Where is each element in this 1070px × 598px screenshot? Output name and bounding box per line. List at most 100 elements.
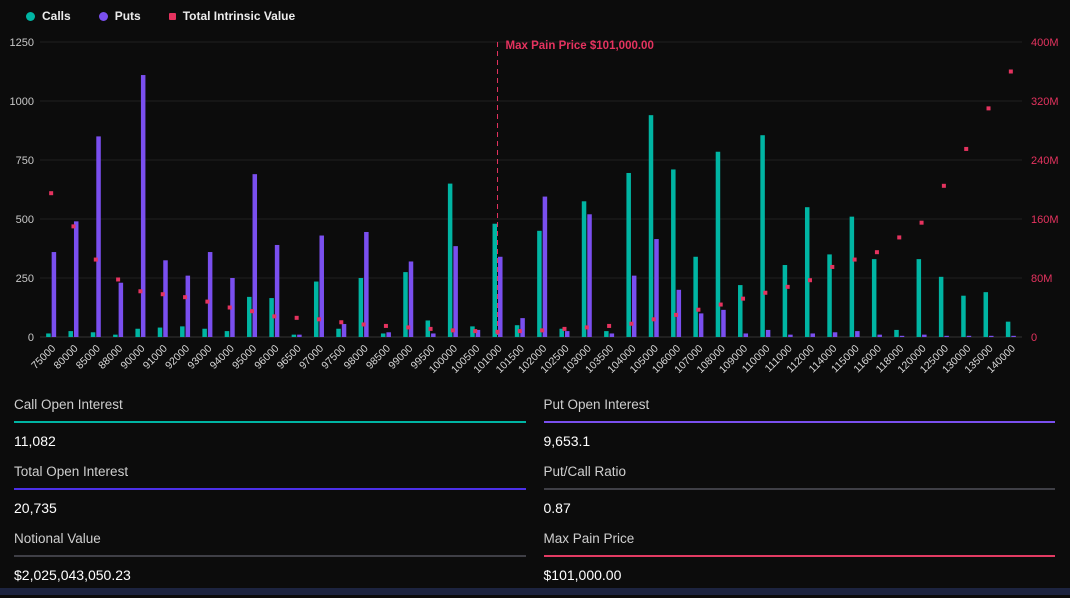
calls-bar — [247, 297, 252, 337]
calls-bar — [917, 259, 922, 337]
intrinsic-point — [920, 221, 924, 225]
calls-bar — [671, 169, 676, 337]
calls-bar — [292, 335, 297, 337]
calls-bar — [381, 333, 386, 337]
x-axis-label: 95000 — [230, 343, 259, 372]
x-axis-label: 96000 — [252, 343, 281, 372]
calls-bar — [805, 207, 810, 337]
stat-notional-value: Notional Value $2,025,043,050.23 — [14, 531, 526, 583]
stat-label: Call Open Interest — [14, 397, 526, 412]
x-axis-label: 90000 — [118, 343, 147, 372]
calls-bar — [448, 184, 453, 337]
intrinsic-point — [295, 316, 299, 320]
intrinsic-point — [540, 328, 544, 332]
puts-bar — [386, 332, 391, 337]
x-axis-label: 85000 — [74, 343, 103, 372]
intrinsic-point — [674, 313, 678, 317]
stat-value: $101,000.00 — [544, 567, 1056, 583]
intrinsic-point — [562, 327, 566, 331]
intrinsic-point — [250, 309, 254, 313]
legend-intrinsic-label: Total Intrinsic Value — [183, 9, 295, 23]
stat-value: 0.87 — [544, 500, 1056, 516]
intrinsic-point — [272, 314, 276, 318]
calls-bar — [537, 231, 542, 337]
right-axis-label: 0 — [1031, 332, 1037, 344]
calls-bar — [359, 278, 364, 337]
puts-bar — [364, 232, 369, 337]
intrinsic-point — [607, 324, 611, 328]
puts-bar — [1011, 336, 1016, 337]
stat-label: Total Open Interest — [14, 464, 526, 479]
x-axis-label: 97500 — [319, 343, 348, 372]
stat-max-pain-price: Max Pain Price $101,000.00 — [544, 531, 1056, 583]
legend-item-intrinsic[interactable]: Total Intrinsic Value — [169, 9, 295, 23]
puts-bar — [989, 336, 994, 337]
puts-bar — [543, 197, 548, 337]
puts-bar — [766, 330, 771, 337]
puts-bar — [453, 246, 458, 337]
x-axis-label: 75000 — [29, 343, 58, 372]
puts-bar — [141, 75, 146, 337]
puts-bar — [721, 310, 726, 337]
stat-accent-line — [544, 488, 1056, 490]
puts-bar — [163, 260, 168, 337]
footer-accent-bar — [0, 588, 1070, 595]
puts-bar — [52, 252, 57, 337]
calls-bar — [872, 259, 877, 337]
options-max-pain-chart: Calls Puts Total Intrinsic Value 0025080… — [0, 0, 1070, 385]
left-axis-label: 0 — [28, 332, 34, 344]
x-axis-label: 98000 — [342, 343, 371, 372]
intrinsic-point — [429, 327, 433, 331]
calls-bar — [314, 282, 319, 337]
puts-bar — [699, 313, 704, 337]
intrinsic-point — [451, 328, 455, 332]
puts-bar — [74, 221, 79, 337]
legend-item-puts[interactable]: Puts — [99, 9, 141, 23]
stat-call-open-interest: Call Open Interest 11,082 — [14, 397, 526, 449]
max-pain-annotation: Max Pain Price $101,000.00 — [506, 40, 654, 52]
right-axis-label: 80M — [1031, 273, 1052, 285]
stat-value: 11,082 — [14, 433, 526, 449]
puts-bar — [610, 333, 615, 337]
intrinsic-point — [741, 297, 745, 301]
intrinsic-point — [317, 317, 321, 321]
puts-bar — [96, 136, 101, 337]
chart-canvas: 0025080M500160M750240M1000320M1250400M75… — [0, 0, 1070, 385]
x-axis-label: 92000 — [163, 343, 192, 372]
calls-bar — [91, 332, 96, 337]
puts-bar — [632, 276, 637, 337]
stat-label: Put Open Interest — [544, 397, 1056, 412]
x-axis-label: 94000 — [208, 343, 237, 372]
legend-calls-label: Calls — [42, 9, 71, 23]
calls-bar — [984, 292, 989, 337]
calls-bar — [850, 217, 855, 337]
puts-bar — [744, 333, 749, 337]
x-axis-label: 93000 — [185, 343, 214, 372]
calls-bar — [894, 330, 899, 337]
intrinsic-point — [763, 291, 767, 295]
stat-accent-line — [14, 555, 526, 557]
intrinsic-point — [629, 322, 633, 326]
intrinsic-point — [987, 106, 991, 110]
intrinsic-point — [205, 300, 209, 304]
puts-legend-marker-icon — [99, 12, 108, 21]
puts-bar — [833, 332, 838, 337]
puts-bar — [587, 214, 592, 337]
stat-value: 9,653.1 — [544, 433, 1056, 449]
calls-bar — [604, 331, 609, 337]
left-axis-label: 1250 — [10, 37, 34, 49]
stats-grid: Call Open Interest 11,082 Put Open Inter… — [0, 385, 1070, 598]
left-axis-label: 500 — [16, 214, 34, 226]
right-axis-label: 240M — [1031, 155, 1059, 167]
calls-bar — [135, 329, 140, 337]
calls-bar — [626, 173, 631, 337]
puts-bar — [119, 283, 124, 337]
calls-bar — [202, 329, 207, 337]
puts-bar — [186, 276, 191, 337]
puts-bar — [855, 331, 860, 337]
puts-bar — [565, 331, 570, 337]
calls-bar — [225, 331, 230, 337]
intrinsic-point — [786, 285, 790, 289]
legend-item-calls[interactable]: Calls — [26, 9, 71, 23]
calls-bar — [582, 201, 587, 337]
